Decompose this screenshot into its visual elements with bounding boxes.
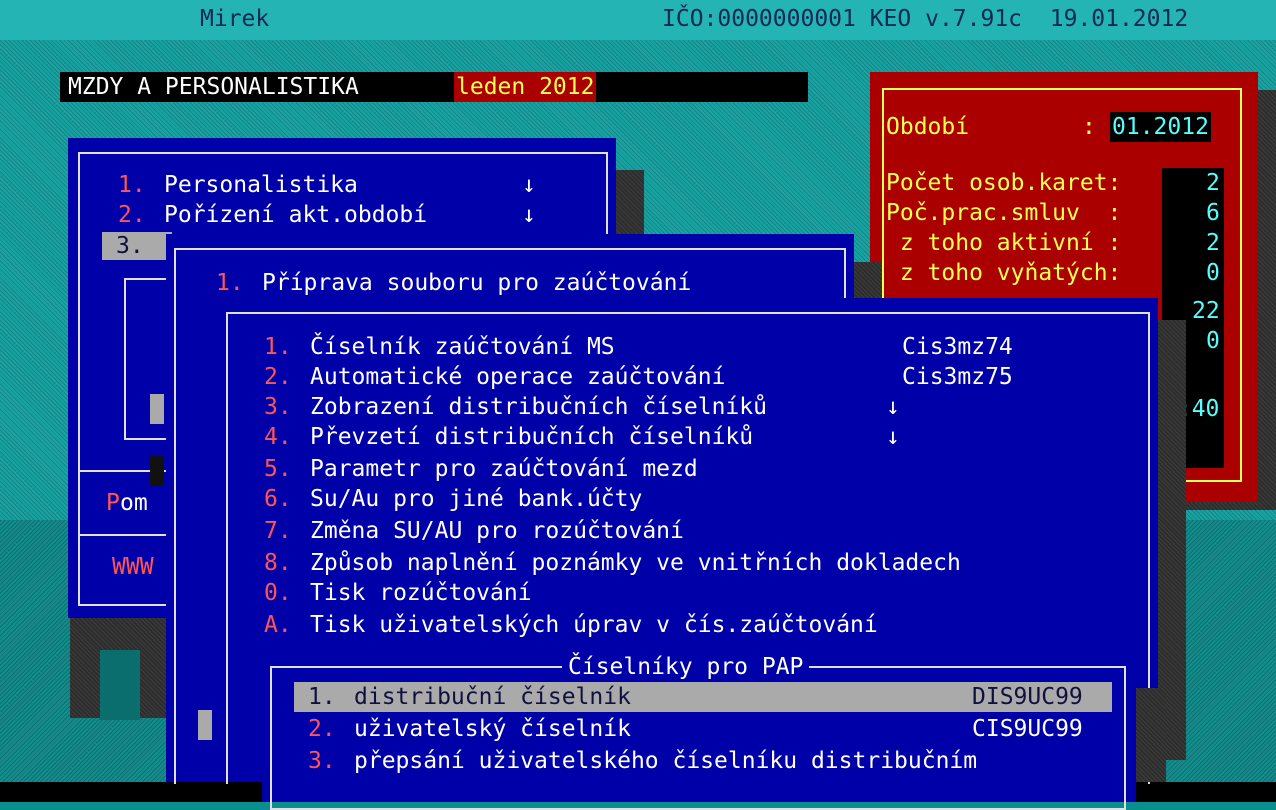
- menu-item-number: 8.: [264, 550, 292, 576]
- menu-item-number: 5.: [264, 456, 292, 482]
- menu-item-number: A.: [264, 612, 292, 638]
- app-title: MZDY A PERSONALISTIKA: [68, 74, 359, 100]
- period-separator: :: [1082, 114, 1096, 140]
- menu-item-label: om: [120, 490, 148, 516]
- menu-item-number: 3.: [264, 394, 292, 420]
- submenu2-item-5[interactable]: 5. Parametr pro zaúčtování mezd: [264, 454, 1124, 484]
- menu-item-label: Tisk uživatelských úprav v čís.zaúčtován…: [310, 612, 878, 638]
- menu-item-label: Změna SU/AU pro rozúčtování: [310, 518, 684, 544]
- menu-item-number: 1.: [216, 270, 244, 296]
- main-menu-item-2[interactable]: 2. Pořízení akt.období ↓: [118, 200, 578, 230]
- menu-item-code: Cis3mz74: [902, 334, 1013, 360]
- main-menu-item-1[interactable]: 1. Personalistika ↓: [118, 170, 578, 200]
- submenu-arrow-icon: ↓: [522, 172, 536, 198]
- menu-item-number: P: [106, 490, 120, 516]
- title-bar: MZDY A PERSONALISTIKA leden 2012: [60, 72, 808, 102]
- submenu2-item-3[interactable]: 3. Zobrazení distribučních číselníků ↓: [264, 392, 1124, 422]
- menu-item-label: přepsání uživatelského číselníku distrib…: [354, 748, 978, 774]
- submenu2-item-0[interactable]: 0. Tisk rozúčtování: [264, 578, 1124, 608]
- menu-item-label: uživatelský číselník: [354, 716, 631, 742]
- main-menu-scroll-marker: [150, 456, 164, 486]
- info-row-label: Poč.prac.smluv :: [886, 200, 1122, 226]
- menu-item-number: 0.: [264, 580, 292, 606]
- pap-menu-window: Číselníky pro PAP 1. distribuční číselní…: [262, 652, 1136, 810]
- www-link[interactable]: WWW: [112, 552, 154, 582]
- menu-item-number: 4.: [264, 424, 292, 450]
- info-row-value: 2: [1206, 230, 1220, 256]
- period-label: Období: [886, 114, 970, 140]
- menu-item-code: Cis3mz75: [902, 364, 1013, 390]
- menu-item-number: 1.: [308, 684, 336, 710]
- status-user: Mirek: [200, 6, 270, 32]
- menu-item-label: Způsob naplnění poznámky ve vnitřních do…: [310, 550, 961, 576]
- submenu1-scroll-marker: [198, 710, 212, 740]
- status-bar: Mirek IČO:0000000001 KEO v.7.91c 19.01.2…: [0, 0, 1276, 40]
- menu-item-number: 1.: [118, 172, 146, 198]
- menu-item-code: CIS9UC99: [972, 716, 1083, 742]
- menu-item-label: Automatické operace zaúčtování: [310, 364, 726, 390]
- menu-item-label: Převzetí distribučních číselníků: [310, 424, 754, 450]
- submenu-arrow-icon: ↓: [886, 424, 900, 450]
- menu-item-label: Tisk rozúčtování: [310, 580, 532, 606]
- main-menu-item-3[interactable]: 3.: [102, 232, 172, 260]
- submenu2-item-7[interactable]: 7. Změna SU/AU pro rozúčtování: [264, 516, 1124, 546]
- main-menu-scroll-marker: [150, 394, 164, 424]
- menu-item-number: 2.: [118, 202, 146, 228]
- pap-menu-shadow: [1136, 688, 1166, 782]
- window-shadow-block: [100, 650, 140, 720]
- submenu-arrow-icon: ↓: [886, 394, 900, 420]
- menu-item-number: 2.: [308, 716, 336, 742]
- menu-item-number: 1.: [264, 334, 292, 360]
- menu-item-number: 7.: [264, 518, 292, 544]
- menu-item-label: Parametr pro zaúčtování mezd: [310, 456, 698, 482]
- menu-item-label: Su/Au pro jiné bank.účty: [310, 486, 643, 512]
- period-input[interactable]: 01.2012: [1110, 112, 1211, 142]
- submenu2-item-4[interactable]: 4. Převzetí distribučních číselníků ↓: [264, 422, 1124, 452]
- menu-item-label: Příprava souboru pro zaúčtování: [262, 270, 692, 296]
- submenu2-item-8[interactable]: 8. Způsob naplnění poznámky ve vnitřních…: [264, 548, 1124, 578]
- menu-item-label: distribuční číselník: [354, 684, 631, 710]
- menu-item-label: Pořízení akt.období: [164, 202, 428, 228]
- menu-item-label: Zobrazení distribučních číselníků: [310, 394, 767, 420]
- menu-item-label: Číselník zaúčtování MS: [310, 334, 615, 360]
- info-row-label: z toho aktivní :: [886, 230, 1122, 256]
- info-row-value: 6: [1206, 200, 1220, 226]
- submenu2-item-2[interactable]: 2. Automatické operace zaúčtování Cis3mz…: [264, 362, 1124, 392]
- menu-item-code: DIS9UC99: [972, 684, 1083, 710]
- info-row-value: 0: [1206, 260, 1220, 286]
- submenu1-item-1[interactable]: 1. Příprava souboru pro zaúčtování: [216, 268, 816, 298]
- pap-menu-item-3[interactable]: 3. přepsání uživatelského číselníku dist…: [294, 746, 1112, 776]
- info-row-label: Počet osob.karet:: [886, 170, 1122, 196]
- submenu-arrow-icon: ↓: [522, 202, 536, 228]
- menu-item-number: 2.: [264, 364, 292, 390]
- menu-item-number: 3.: [116, 233, 144, 259]
- menu-item-label: Personalistika: [164, 172, 358, 198]
- submenu2-item-1[interactable]: 1. Číselník zaúčtování MS Cis3mz74: [264, 332, 1124, 362]
- submenu2-item-a[interactable]: A. Tisk uživatelských úprav v čís.zaúčto…: [264, 610, 1124, 640]
- pap-menu-title: Číselníky pro PAP: [562, 652, 810, 682]
- info-extra-value: 0: [1206, 328, 1220, 354]
- menu-item-number: 3.: [308, 748, 336, 774]
- pap-menu-item-1[interactable]: 1. distribuční číselník CIS9UC99 DIS9UC9…: [294, 682, 1112, 712]
- info-extra-value: 22: [1192, 298, 1220, 324]
- pap-menu-item-2[interactable]: 2. uživatelský číselník CIS9UC99: [294, 714, 1112, 744]
- status-info: IČO:0000000001 KEO v.7.91c 19.01.2012: [662, 6, 1189, 32]
- menu-item-number: 6.: [264, 486, 292, 512]
- period-name: leden 2012: [454, 72, 597, 102]
- info-row-label: z toho vyňatých:: [886, 260, 1122, 286]
- info-row-value: 2: [1206, 170, 1220, 196]
- submenu2-item-6[interactable]: 6. Su/Au pro jiné bank.účty: [264, 484, 1124, 514]
